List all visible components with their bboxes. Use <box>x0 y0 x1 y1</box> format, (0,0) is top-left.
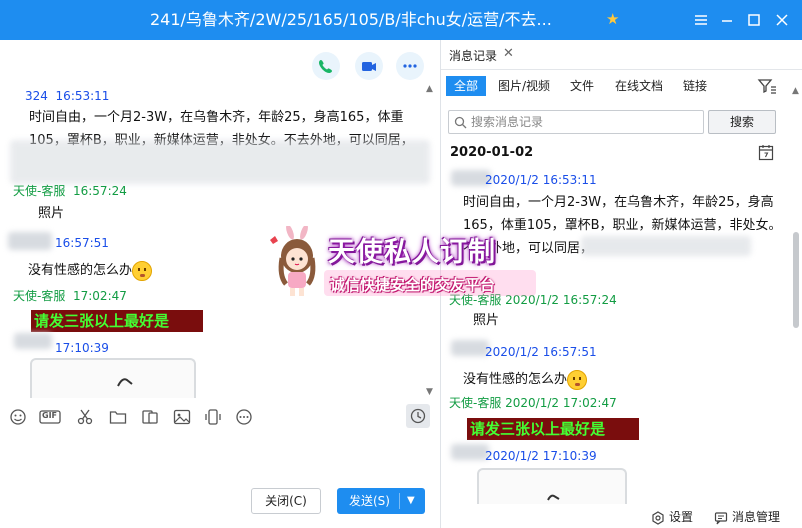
history-meta: 天使-客服 2020/1/2 17:02:47 <box>449 396 617 410</box>
search-icon <box>454 116 467 129</box>
message-time: 17:10:39 <box>55 341 109 355</box>
image-preview-icon <box>117 378 133 387</box>
message-meta: 天使-客服 17:02:47 <box>13 287 127 304</box>
redacted-area <box>581 236 751 256</box>
history-footer: 设置 消息管理 <box>441 504 802 528</box>
message-time: 16:57:51 <box>55 236 109 250</box>
title-bar: 241/乌鲁木齐/2W/25/165/105/B/非chu女/运营/不去... … <box>0 0 802 40</box>
minimize-icon[interactable] <box>715 8 739 32</box>
highlight-message: 请发三张以上最好是 <box>467 418 639 440</box>
message-input[interactable] <box>8 436 432 482</box>
filter-files[interactable]: 文件 <box>562 76 602 96</box>
highlight-message: 请发三张以上最好是 <box>31 310 203 332</box>
filter-links[interactable]: 链接 <box>675 76 715 96</box>
redacted-sender <box>451 444 489 460</box>
history-line: 时间自由，一个月2-3W，在乌鲁木齐，年龄25，身高 <box>463 195 774 210</box>
clock-icon <box>410 408 426 424</box>
send-divider <box>399 493 400 509</box>
maximize-icon[interactable] <box>742 8 766 32</box>
message-meta: 天使-客服 16:57:24 <box>13 182 127 199</box>
message-history-button[interactable] <box>406 404 430 428</box>
sender-name: 324 <box>25 89 48 103</box>
history-meta: 2020/1/2 16:57:51 <box>485 345 597 359</box>
message-time: 16:57:24 <box>72 184 127 198</box>
message-line: 没有性感的怎么办 <box>28 263 133 278</box>
watermark-title: 天使私人订制 <box>328 237 496 268</box>
gif-icon[interactable]: GIF <box>39 408 61 426</box>
history-tab[interactable]: 消息记录 ✕ <box>441 40 802 70</box>
more-icon[interactable] <box>235 408 253 426</box>
calendar-icon[interactable] <box>758 144 774 161</box>
history-line: 没有性感的怎么办 <box>463 372 568 387</box>
folder-icon[interactable] <box>109 408 127 426</box>
send-label: 发送(S) <box>349 494 390 508</box>
history-tab-title: 消息记录 <box>449 49 498 63</box>
input-toolbar: GIF <box>0 402 440 432</box>
scroll-down-arrow[interactable]: ▼ <box>426 387 433 397</box>
watermark-subtitle: 诚信快捷安全的交友平台 <box>330 276 496 294</box>
redacted-area <box>10 140 430 184</box>
search-field[interactable] <box>448 110 704 134</box>
close-button[interactable]: 关闭(C) <box>251 488 321 514</box>
send-button[interactable]: 发送(S) ▼ <box>337 488 425 514</box>
settings-label: 设置 <box>669 510 694 524</box>
search-button[interactable]: 搜索 <box>708 110 776 134</box>
window-title: 241/乌鲁木齐/2W/25/165/105/B/非chu女/运营/不去... <box>150 10 552 29</box>
settings-button[interactable]: 设置 <box>651 508 693 525</box>
more-options-button[interactable] <box>396 52 424 80</box>
history-scrollbar[interactable] <box>793 232 799 328</box>
filter-online-docs[interactable]: 在线文档 <box>607 76 671 96</box>
manage-label: 消息管理 <box>732 510 781 524</box>
gear-icon <box>652 510 664 525</box>
redacted-sender <box>8 232 52 250</box>
history-text: 照片 <box>473 313 500 328</box>
phone-icon <box>319 60 332 73</box>
message-time: 16:53:11 <box>55 89 110 103</box>
shy-emoji-icon <box>132 260 153 281</box>
history-scroll-up[interactable]: ▲ <box>792 86 799 96</box>
scissors-icon[interactable] <box>76 408 94 426</box>
history-date: 2020-01-02 <box>450 145 534 160</box>
message-text: 照片 <box>38 206 65 221</box>
voice-call-button[interactable] <box>312 52 340 80</box>
message-meta: 324 16:53:11 <box>25 89 109 103</box>
message-manage-button[interactable]: 消息管理 <box>714 508 780 525</box>
filter-images-videos[interactable]: 图片/视频 <box>490 76 558 96</box>
close-icon[interactable] <box>770 8 794 32</box>
video-call-button[interactable] <box>355 52 383 80</box>
chevron-down-icon[interactable]: ▼ <box>407 488 415 514</box>
search-input[interactable] <box>471 114 696 130</box>
history-meta: 2020/1/2 17:10:39 <box>485 449 597 463</box>
shake-icon[interactable] <box>204 408 222 426</box>
star-icon[interactable]: ★ <box>606 10 619 28</box>
close-tab-icon[interactable]: ✕ <box>503 46 514 61</box>
sender-name: 天使-客服 <box>13 289 66 303</box>
sender-name: 天使-客服 <box>13 184 66 198</box>
gif-label: GIF <box>42 411 58 420</box>
image-message[interactable] <box>30 358 196 398</box>
redacted-sender <box>451 340 489 356</box>
filter-funnel-icon[interactable] <box>757 77 777 95</box>
settings-menu-icon[interactable] <box>689 8 713 32</box>
message-time: 17:02:47 <box>72 289 127 303</box>
emoji-icon[interactable] <box>9 408 27 426</box>
history-meta: 2020/1/2 16:53:11 <box>485 173 597 187</box>
image-preview-icon <box>547 494 560 501</box>
message-manage-icon <box>714 511 728 524</box>
watermark: 天使私人订制 诚信快捷安全的交友平台 <box>268 226 544 302</box>
message-text: 没有性感的怎么办 <box>28 259 153 282</box>
cartoon-girl-icon <box>270 226 316 296</box>
image-icon[interactable] <box>173 408 191 426</box>
redacted-sender <box>14 333 52 349</box>
image-message[interactable] <box>477 468 627 504</box>
scroll-up-arrow[interactable]: ▲ <box>426 84 433 94</box>
message-line: 时间自由，一个月2-3W，在乌鲁木齐，年龄25，身高165，体重 <box>29 110 404 125</box>
sticker-icon[interactable] <box>141 408 159 426</box>
history-text: 没有性感的怎么办 <box>463 368 588 391</box>
video-camera-icon <box>362 62 376 71</box>
filter-all[interactable]: 全部 <box>446 76 487 96</box>
more-dots-icon <box>403 64 417 68</box>
shy-emoji-icon <box>567 369 588 390</box>
